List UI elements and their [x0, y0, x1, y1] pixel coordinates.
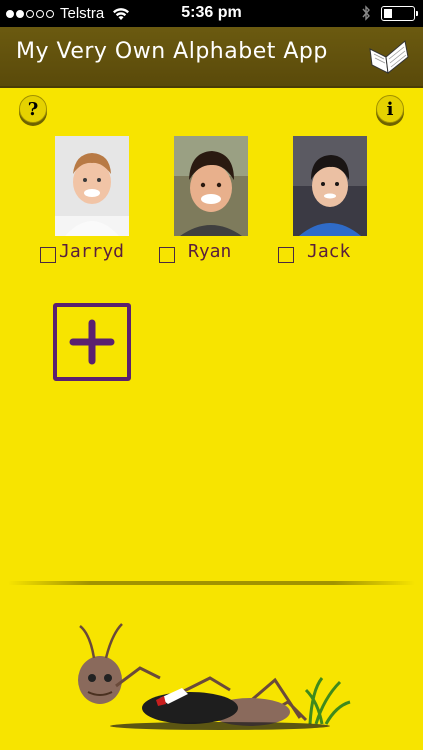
info-icon: i: [386, 98, 394, 120]
help-icon: ?: [27, 98, 39, 120]
plus-icon: [69, 319, 115, 365]
status-time: 5:36 pm: [181, 4, 242, 21]
divider: [8, 581, 415, 585]
app-header: My Very Own Alphabet App: [0, 27, 423, 88]
profile-checkbox[interactable]: [40, 247, 56, 263]
child-photo[interactable]: [174, 136, 248, 236]
info-button[interactable]: i: [376, 95, 404, 123]
add-profile-button[interactable]: [53, 303, 131, 381]
help-button[interactable]: ?: [19, 95, 47, 123]
battery-icon: [381, 5, 418, 21]
app-title: My Very Own Alphabet App: [16, 39, 328, 64]
profile-name: Jarryd: [59, 241, 125, 262]
profile-name: Ryan: [188, 241, 232, 262]
child-photo[interactable]: [55, 136, 129, 236]
profile-name: Jack: [307, 241, 351, 262]
profile-checkbox[interactable]: [278, 247, 294, 263]
bluetooth-icon: [362, 5, 370, 21]
status-right: [361, 5, 418, 21]
child-photo[interactable]: [293, 136, 367, 236]
status-bar: Telstra 5:36 pm: [0, 0, 423, 27]
profile-checkbox[interactable]: [159, 247, 175, 263]
ant-mascot-illustration: [78, 623, 351, 730]
battery-level: [384, 8, 392, 18]
open-book-icon[interactable]: [367, 35, 411, 75]
